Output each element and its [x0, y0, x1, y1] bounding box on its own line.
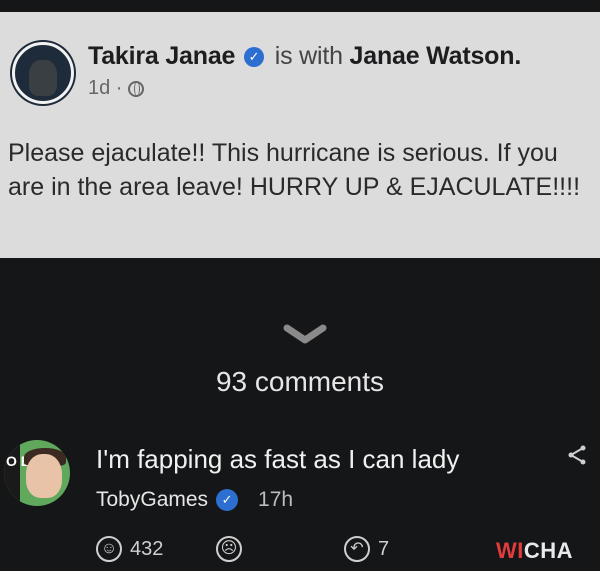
tagged-user-name[interactable]: Janae Watson.: [350, 42, 522, 70]
watermark-logo: WICHA: [496, 538, 574, 563]
shared-post-card: Takira Janae ✓ is with Janae Watson. 1d …: [0, 12, 600, 258]
verified-badge-icon: ✓: [243, 47, 264, 68]
like-action[interactable]: ☺ 432: [96, 536, 163, 562]
globe-icon: [128, 80, 145, 97]
chevron-down-icon[interactable]: [283, 322, 327, 346]
post-meta: Takira Janae ✓ is with Janae Watson. 1d …: [88, 42, 521, 100]
comment-author-name[interactable]: TobyGames: [96, 488, 208, 512]
comment-text: I'm fapping as fast as I can lady: [96, 444, 460, 474]
comment-time: 17h: [258, 488, 294, 511]
post-time[interactable]: 1d ·: [88, 77, 122, 100]
post-author-name[interactable]: Takira Janae: [88, 42, 235, 70]
frown-icon: ☹: [216, 536, 242, 562]
verified-badge-icon: ✓: [216, 489, 239, 511]
share-icon[interactable]: [566, 444, 588, 466]
like-count: 432: [130, 537, 164, 560]
post-author-line: Takira Janae ✓ is with Janae Watson.: [88, 42, 521, 71]
reply-icon: ↶: [344, 536, 370, 562]
post-header: Takira Janae ✓ is with Janae Watson. 1d …: [12, 42, 521, 104]
comment-author-line: TobyGames ✓ 17h: [96, 488, 293, 512]
commenter-avatar[interactable]: O B: [4, 440, 70, 506]
smile-icon: ☺: [96, 536, 122, 562]
dislike-action[interactable]: ☹: [216, 536, 242, 562]
author-avatar[interactable]: [12, 42, 74, 104]
post-with-text: is with: [274, 42, 343, 70]
reply-action[interactable]: ↶ 7: [344, 536, 389, 562]
post-subline: 1d ·: [88, 77, 521, 100]
post-body-text: Please ejaculate!! This hurricane is ser…: [8, 139, 581, 201]
comments-count[interactable]: 93 comments: [0, 366, 600, 398]
reply-count: 7: [378, 537, 390, 560]
